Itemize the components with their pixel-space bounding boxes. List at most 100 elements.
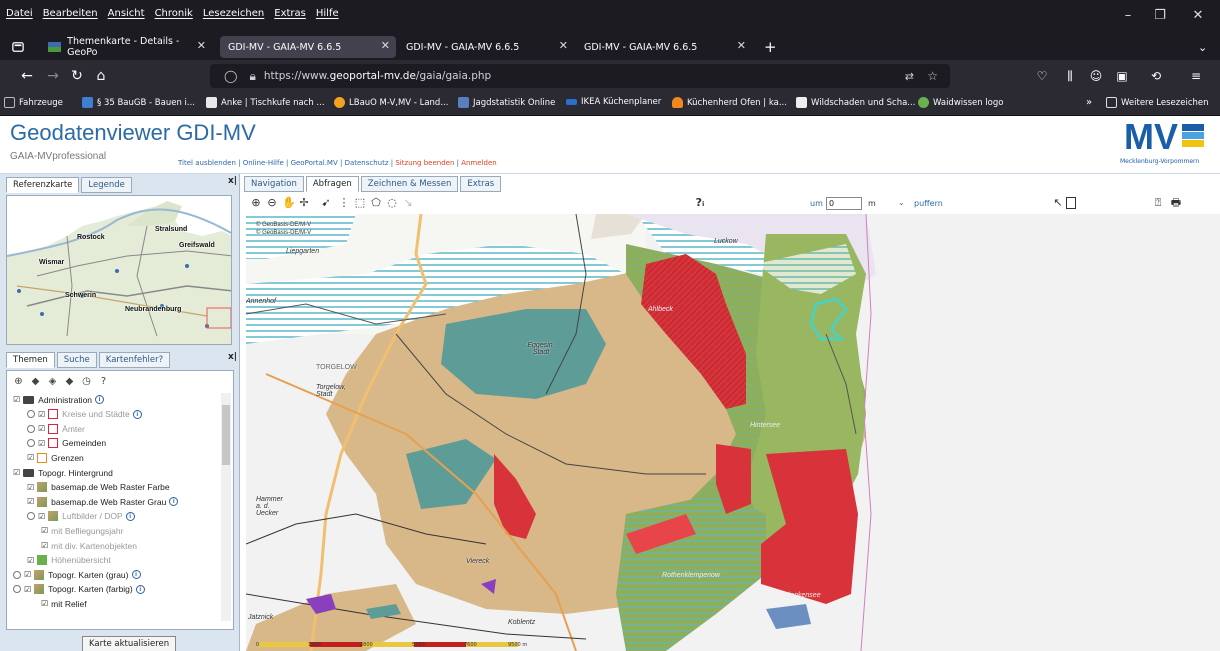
info-icon[interactable]: i (132, 409, 142, 419)
menu-chronik[interactable]: Chronik (155, 8, 193, 19)
menu-bearbeiten[interactable]: Bearbeiten (43, 8, 98, 19)
minimize-icon[interactable]: – (1116, 6, 1140, 26)
shield-icon[interactable]: ◯ (224, 69, 237, 83)
reload-icon[interactable]: ↻ (66, 66, 88, 86)
bookmark-waidwissen[interactable]: Waidwissen logo (918, 97, 1003, 108)
menu-hilfe[interactable]: Hilfe (316, 8, 339, 19)
disabled-tool-icon[interactable]: ↘ (402, 197, 414, 209)
layer-radio[interactable] (13, 585, 21, 594)
menu-datei[interactable]: Datei (6, 8, 33, 19)
help-doc-icon[interactable]: ⍰ (1152, 197, 1164, 209)
tab-referenzkarte[interactable]: Referenzkarte (6, 177, 80, 193)
tab-gdi-mv-2[interactable]: GDI-MV - GAIA-MV 6.6.5 ✕ (398, 36, 574, 58)
layer-checkbox[interactable]: ☑ (27, 483, 34, 492)
bookmark-anke[interactable]: Anke | Tischkufe nach ... (206, 97, 325, 108)
layer-checkbox[interactable]: ☑ (38, 424, 45, 433)
bookmark-fahrzeuge[interactable]: Fahrzeuge (4, 97, 63, 108)
restore-icon[interactable]: ❐ (1148, 6, 1172, 26)
info-icon[interactable]: i (95, 395, 105, 404)
layer-row[interactable]: ☑ Topogr. Karten (farbig) i (13, 583, 145, 596)
layer-checkbox[interactable]: ☑ (41, 541, 48, 550)
geoportal-link[interactable]: GeoPortal.MV (291, 159, 338, 167)
layer-checkbox[interactable]: ☑ (24, 570, 31, 579)
bookmark-wildschaden[interactable]: Wildschaden und Scha... (796, 97, 915, 108)
tab-kartenfehler[interactable]: Kartenfehler? (98, 352, 171, 368)
close-tab-icon[interactable]: ✕ (559, 39, 568, 52)
tree-scrollbar[interactable] (221, 393, 231, 621)
select-arrow-icon[interactable]: ↖ (1052, 197, 1064, 209)
layer-row[interactable]: ☑ Luftbilder / DOP i (27, 510, 135, 523)
info-icon[interactable]: i (169, 497, 179, 507)
layer-row[interactable]: ☑ Topogr. Karten (grau) i (13, 568, 141, 581)
layer-row[interactable]: ☑ basemap.de Web Raster Grau i (27, 495, 179, 508)
bookmark-baugb[interactable]: § 35 BauGB - Bauen i... (82, 97, 195, 108)
layer-row[interactable]: ☑ Topogr. Hintergrund (13, 466, 113, 479)
help-icon[interactable]: ? (98, 376, 109, 387)
tab-themenkarte[interactable]: Themenkarte - Details - GeoPo ✕ (40, 36, 212, 58)
close-tab-icon[interactable]: ✕ (381, 39, 390, 52)
zoom-out-icon[interactable]: ⊖ (266, 197, 278, 209)
layer-radio[interactable] (13, 570, 21, 579)
tab-extras[interactable]: Extras (460, 176, 502, 192)
back-icon[interactable]: ← (16, 66, 38, 86)
tab-zeichnen-messen[interactable]: Zeichnen & Messen (360, 176, 459, 192)
layer-row[interactable]: ☑ Gemeinden (27, 437, 106, 450)
library-icon[interactable]: ⫼ (1060, 66, 1080, 86)
tab-legende[interactable]: Legende (81, 177, 132, 193)
menu-extras[interactable]: Extras (274, 8, 306, 19)
tab-overview-icon[interactable] (4, 36, 32, 58)
circle-select-icon[interactable]: ◌ (386, 197, 398, 209)
bookmark-kuechenherd[interactable]: Küchenherd Ofen | ka... (672, 97, 787, 108)
lock-icon[interactable]: 🔒︎ (249, 69, 255, 84)
layer-row[interactable]: ☑ mit Relief (41, 597, 87, 610)
menu-lesezeichen[interactable]: Lesezeichen (203, 8, 264, 19)
pocket-icon[interactable]: ♡ (1032, 66, 1052, 86)
layer-row[interactable]: ☑ mit Befliegungsjahr (41, 524, 123, 537)
info-icon[interactable]: i (125, 511, 135, 521)
close-tab-icon[interactable]: ✕ (737, 39, 746, 52)
polygon-select-icon[interactable]: ⬠ (370, 197, 382, 209)
tab-themen[interactable]: Themen (6, 352, 55, 368)
layer-edit-icon[interactable]: ◆ (64, 376, 75, 387)
zoom-in-icon[interactable]: ⊕ (250, 197, 262, 209)
rectangle-select-icon[interactable]: ⬚ (354, 197, 366, 209)
layer-row[interactable]: ☑ Höhenübersicht (27, 554, 111, 567)
translate-icon[interactable]: ⇄ (905, 70, 914, 83)
layer-checkbox[interactable]: ☑ (41, 599, 48, 608)
bookmark-weitere[interactable]: Weitere Lesezeichen (1106, 97, 1209, 108)
info-pointer-icon[interactable]: ➹ (320, 197, 332, 209)
tab-abfragen[interactable]: Abfragen (305, 176, 359, 192)
layer-checkbox[interactable]: ☑ (13, 468, 20, 477)
layer-radio[interactable] (27, 424, 35, 433)
layer-row[interactable]: ☑ Administration i (13, 393, 105, 406)
layer-checkbox[interactable]: ☑ (27, 453, 34, 462)
reference-map[interactable]: Stralsund Rostock Greifswald Wismar Schw… (6, 195, 232, 345)
layer-row[interactable]: ☑ basemap.de Web Raster Farbe (27, 481, 170, 494)
buffer-input[interactable]: 0 (826, 197, 862, 210)
info-area-icon[interactable]: ⋮ (338, 197, 350, 209)
list-tabs-icon[interactable]: ⌄ (1190, 36, 1212, 58)
bookmark-star-icon[interactable]: ☆ (927, 69, 938, 83)
layer-checkbox[interactable]: ☑ (27, 556, 34, 565)
buffer-action-link[interactable]: puffern (914, 199, 943, 208)
layer-checkbox[interactable]: ☑ (38, 439, 45, 448)
end-session-link[interactable]: Sitzung beenden (395, 159, 454, 167)
close-window-icon[interactable]: ✕ (1186, 6, 1210, 26)
tab-gdi-mv-active[interactable]: GDI-MV - GAIA-MV 6.6.5 ✕ (220, 36, 396, 58)
menu-ansicht[interactable]: Ansicht (108, 8, 145, 19)
close-themes-icon[interactable]: x| (228, 352, 237, 362)
close-panel-icon[interactable]: x| (228, 176, 237, 186)
move-icon[interactable]: ✢ (298, 197, 310, 209)
map-canvas[interactable]: © GeoBasis-DE/M-V © GeoBasis-DE/M-V Liep… (246, 214, 1220, 651)
layer-checkbox[interactable]: ☑ (24, 585, 31, 594)
buffer-dropdown-icon[interactable]: ⌄ (898, 198, 905, 207)
layer-icon[interactable]: ◆ (30, 376, 41, 387)
layer-row[interactable]: ☑ mit div. Kartenobjekten (41, 539, 137, 552)
layer-radio[interactable] (27, 410, 35, 419)
new-tab-icon[interactable]: + (756, 36, 778, 58)
layer-checkbox[interactable]: ☑ (41, 526, 48, 535)
layer-checkbox[interactable]: ☑ (38, 512, 45, 521)
close-tab-icon[interactable]: ✕ (197, 39, 206, 52)
tab-suche[interactable]: Suche (56, 352, 97, 368)
layer-row[interactable]: ☑ Ämter (27, 422, 85, 435)
